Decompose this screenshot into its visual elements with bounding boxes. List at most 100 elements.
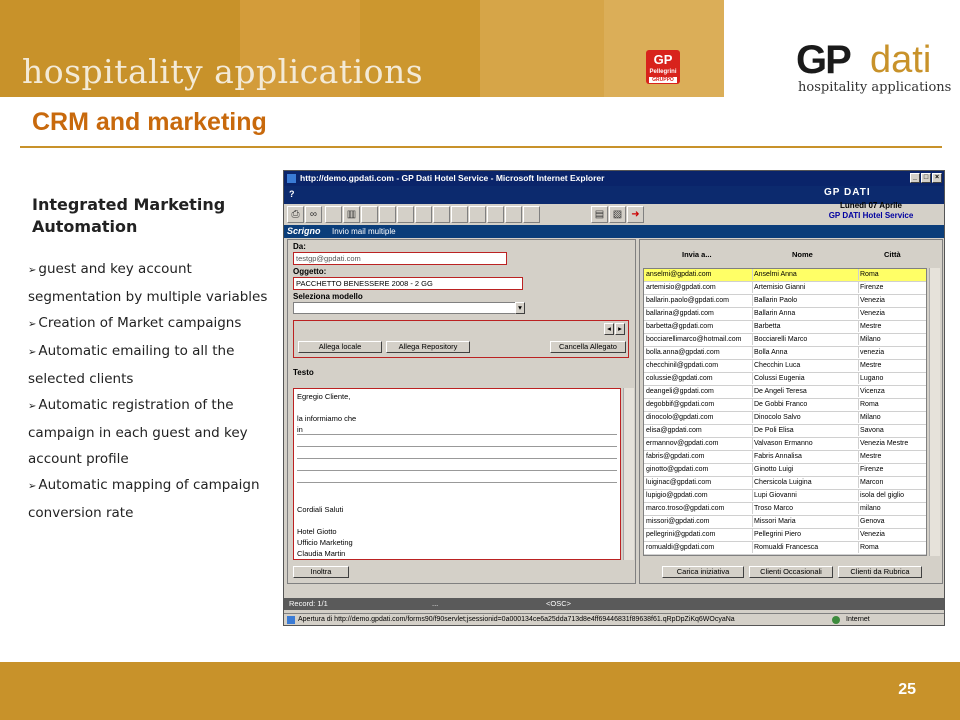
recipient-city: Roma (860, 401, 879, 408)
template-select[interactable] (293, 302, 525, 314)
table-row[interactable]: colussie@gpdati.com Colussi Eugenia Lugano (644, 373, 926, 386)
security-zone: Internet (846, 616, 870, 623)
recipient-city: Marcon (860, 479, 884, 486)
subject-label: Oggetto: (293, 267, 327, 276)
recipient-city: Lugano (860, 375, 884, 382)
table-row[interactable]: pellegrini@gpdati.com Pellegrini Piero Ven… (644, 529, 926, 542)
table-row[interactable]: deangeli@gpdati.com De Angeli Teresa Vicen… (644, 386, 926, 399)
module-name: Invio mail multiple (332, 227, 396, 236)
table-row[interactable]: artemisio@gpdati.com Artemisio Gianni Fire… (644, 282, 926, 295)
recipient-city: Savona (860, 427, 884, 434)
logo-dati: dati (870, 39, 932, 81)
column-header-name[interactable]: Nome (792, 250, 813, 259)
table-row[interactable]: anselmi@gpdati.com Anselmi Anna Roma (644, 269, 926, 282)
browser-status-text: Apertura di http://demo.gpdati.com/forms… (298, 616, 735, 623)
table-row[interactable]: elisa@gpdati.com De Poli Elisa Savona (644, 425, 926, 438)
recipient-city: venezia (860, 349, 885, 356)
toolbar-button[interactable] (325, 206, 342, 223)
trash-icon[interactable]: ▥ (343, 206, 360, 223)
from-field[interactable]: testgp@gpdati.com (293, 252, 507, 265)
ruled-line (297, 472, 617, 483)
body-line: la informiamo che (297, 414, 357, 423)
signature-line: Cordiali Saluti (297, 505, 344, 514)
close-button[interactable]: × (932, 173, 942, 183)
feature-heading: Integrated Marketing Automation (32, 195, 226, 236)
table-row[interactable]: luiginac@gpdati.com Chersicola Luigina Mar… (644, 477, 926, 490)
table-row[interactable]: ballarina@gpdati.com Ballarin Anna Venezia (644, 308, 926, 321)
maximize-button[interactable]: □ (921, 173, 931, 183)
table-row[interactable]: bolla.anna@gpdati.com Bolla Anna venezia (644, 347, 926, 360)
signature-line (297, 515, 617, 526)
toolbar-button[interactable] (379, 206, 396, 223)
arrow-bullet-icon: ➢ (28, 265, 37, 276)
recipients-scrollbar[interactable] (929, 268, 940, 556)
toolbar-button[interactable] (523, 206, 540, 223)
scroll-right-icon[interactable]: ▸ (615, 323, 625, 335)
table-row[interactable]: lupigio@gpdati.com Lupi Giovanni isola del… (644, 490, 926, 503)
table-row[interactable]: ermannov@gpdati.com Valvason Ermanno Venez… (644, 438, 926, 451)
table-row[interactable]: barbetta@gpdati.com Barbetta Mestre (644, 321, 926, 334)
message-body[interactable]: Egregio Cliente, la informiamo che in Co… (293, 388, 621, 560)
banner-stripe (480, 0, 604, 97)
subject-field[interactable]: PACCHETTO BENESSERE 2008 - 2 GG (293, 277, 523, 290)
toolbar-button[interactable] (397, 206, 414, 223)
column-header-city[interactable]: Città (884, 250, 901, 259)
ie-icon (287, 174, 296, 183)
table-row[interactable]: rossi@gpdati.comRossi AngelaMilano (644, 555, 926, 556)
table-row[interactable]: ginotto@gpdati.com Ginotto Luigi Firenze (644, 464, 926, 477)
recipient-name: Colussi Eugenia (754, 373, 859, 384)
recipient-email: checchinil@gpdati.com (646, 360, 753, 371)
scroll-left-icon[interactable]: ◂ (604, 323, 614, 335)
print-icon[interactable]: ⎙ (287, 206, 304, 223)
table-row[interactable]: ballarin.paolo@gpdati.com Ballarin Paolo V… (644, 295, 926, 308)
recipient-city: milano (860, 505, 881, 512)
help-menu[interactable]: ? (289, 189, 295, 199)
table-row[interactable]: checchinil@gpdati.com Checchin Luca Mestre (644, 360, 926, 373)
table-row[interactable]: fabris@gpdati.com Fabris Annalisa Mestre (644, 451, 926, 464)
chevron-down-icon[interactable]: ▾ (515, 302, 525, 314)
table-row[interactable]: dinocolo@gpdati.com Dinocolo Salvo Milano (644, 412, 926, 425)
recipient-name: Romualdi Francesca (754, 542, 859, 553)
toolbar-button[interactable] (487, 206, 504, 223)
table-row[interactable]: missori@gpdati.com Missori Maria Genova (644, 516, 926, 529)
recipient-email: elisa@gpdati.com (646, 425, 753, 436)
document-icon[interactable]: ▤ (591, 206, 608, 223)
recipient-name: Missori Maria (754, 516, 859, 527)
column-header-send-to[interactable]: Invia a... (682, 250, 712, 259)
table-row[interactable]: romualdi@gpdati.com Romualdi Francesca Rom… (644, 542, 926, 555)
scrigno-logo: Scrigno (287, 226, 321, 236)
occasional-clients-button[interactable]: Clienti Occasionali (749, 566, 833, 578)
feature-list: ➢ guest and key account segmentation by m… (28, 256, 278, 526)
toolbar-button[interactable] (469, 206, 486, 223)
minimize-button[interactable]: _ (910, 173, 920, 183)
globe-icon (832, 616, 840, 624)
load-campaign-button[interactable]: Carica iniziativa (662, 566, 744, 578)
toolbar-button[interactable] (433, 206, 450, 223)
remove-attachment-button[interactable]: Cancella Allegato (550, 341, 626, 353)
attach-local-button[interactable]: Allega locale (298, 341, 382, 353)
folder-icon[interactable]: ▧ (609, 206, 626, 223)
ruled-line (297, 436, 617, 447)
recipient-city: Venezia Mestre (860, 440, 909, 447)
feature-text: Automatic registration of the campaign i… (28, 397, 248, 467)
toolbar-button[interactable] (505, 206, 522, 223)
recipient-city: Genova (860, 518, 885, 525)
forward-button[interactable]: Inoltra (293, 566, 349, 578)
table-row[interactable]: bocciarellimarco@hotmail.com Bocciarelli … (644, 334, 926, 347)
toolbar-button[interactable] (451, 206, 468, 223)
body-scrollbar[interactable] (623, 388, 634, 560)
toolbar-button[interactable] (361, 206, 378, 223)
glasses-icon[interactable]: ∞ (305, 206, 322, 223)
exit-icon[interactable]: ➜ (627, 206, 644, 223)
template-label: Seleziona modello (293, 292, 363, 301)
table-row[interactable]: marco.troso@gpdati.com Troso Marco milano (644, 503, 926, 516)
logo-gp: GP (796, 38, 852, 82)
table-row[interactable]: degobbif@gpdati.com De Gobbi Franco Roma (644, 399, 926, 412)
attach-repository-button[interactable]: Allega Repository (386, 341, 470, 353)
recipient-city: Mestre (860, 453, 882, 460)
toolbar-button[interactable] (415, 206, 432, 223)
app-window: http://demo.gpdati.com - GP Dati Hotel S… (283, 170, 945, 626)
address-book-clients-button[interactable]: Clienti da Rubrica (838, 566, 922, 578)
recipient-city: Venezia (860, 297, 885, 304)
feature-text: Automatic mapping of campaign conversion… (28, 477, 260, 521)
